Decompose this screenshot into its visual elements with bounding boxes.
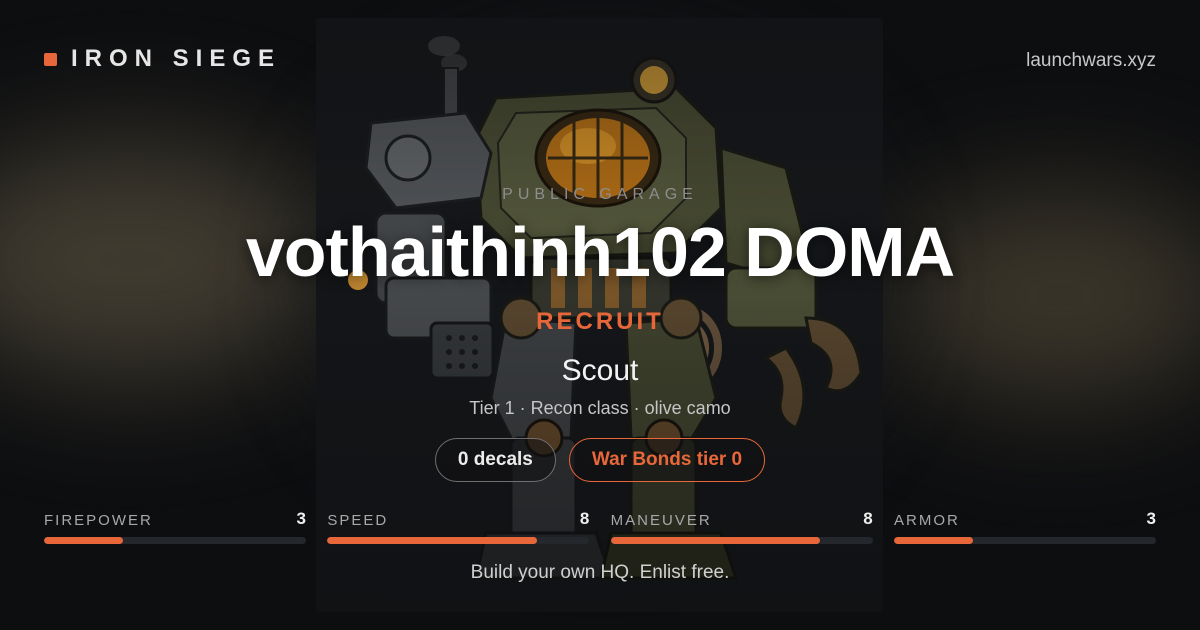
stat-value: 3 [296,509,306,528]
badge-row: 0 decals War Bonds tier 0 [0,438,1200,482]
rank-label: RECRUIT [536,308,664,335]
brand[interactable]: IRON SIEGE [44,45,281,73]
player-title: vothaithinh102 DOMA [245,213,955,291]
stat-bar-fill [893,537,973,544]
stat-value: 8 [579,509,590,528]
war-bonds-badge: War Bonds tier 0 [568,438,766,482]
stat-bar-fill [327,537,537,544]
stat-bar-fill [44,537,123,544]
stat-armor: ARMOR 3 [893,509,1156,544]
stat-value: 8 [863,509,873,528]
stat-bar [893,537,1156,544]
stat-maneuver: MANEUVER 8 [610,509,873,544]
stat-label: ARMOR [893,512,960,529]
stat-label: FIREPOWER [44,512,153,529]
stat-firepower: FIREPOWER 3 [44,509,306,544]
unit-meta: Tier 1 · Recon class · olive camo [469,398,731,418]
stat-bar [44,537,306,544]
stat-speed: SPEED 8 [327,509,590,544]
stats-row: FIREPOWER 3 SPEED 8 MANEUVER 8 ARMOR 3 [44,509,1156,544]
footer-tagline: Build your own HQ. Enlist free. [470,562,730,583]
square-brand-icon [44,52,57,66]
stat-bar-fill [610,537,821,544]
site-domain[interactable]: launchwars.xyz [1026,50,1156,72]
stat-bar [610,537,873,544]
brand-name: IRON SIEGE [71,45,282,72]
decals-badge: 0 decals [434,438,556,482]
unit-name: Scout [561,354,639,387]
stat-label: MANEUVER [610,512,712,529]
stat-label: SPEED [327,512,389,529]
stat-value: 3 [1146,509,1156,528]
stat-bar [327,537,590,544]
section-eyebrow: PUBLIC GARAGE [502,186,698,203]
